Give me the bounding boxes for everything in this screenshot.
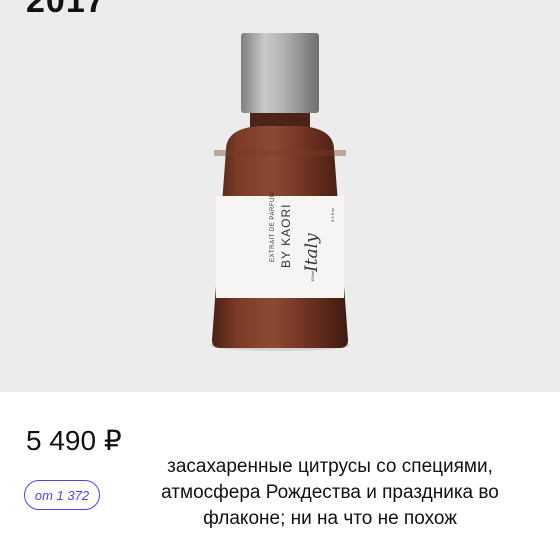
price: 5 490 ₽ bbox=[26, 425, 122, 456]
label-side-text: 3.4 fl oz bbox=[330, 208, 335, 222]
bottle-cap bbox=[241, 33, 319, 113]
description-line: атмосфера Рождества и праздника во bbox=[161, 482, 499, 503]
product-description: засахаренные цитрусы со специями, атмосф… bbox=[108, 454, 552, 532]
label-volume-text: 100ml bbox=[310, 271, 315, 282]
installment-badge[interactable]: от 1 372 bbox=[24, 480, 100, 510]
description-line: засахаренные цитрусы со специями, bbox=[167, 456, 493, 477]
label-brand-text: BY KAORI bbox=[279, 204, 293, 268]
perfume-bottle-image: EXTRAIT DE PARFUM BY KAORI Italy 100ml 3… bbox=[210, 33, 350, 351]
label-line-text: EXTRAIT DE PARFUM bbox=[270, 192, 276, 262]
label-name-text: Italy bbox=[302, 233, 322, 273]
description-line: флаконе; ни на что не похож bbox=[203, 508, 457, 529]
product-image-area[interactable]: 2017 EXTRAIT DE PARFUM BY KAORI Italy 10… bbox=[0, 0, 560, 392]
